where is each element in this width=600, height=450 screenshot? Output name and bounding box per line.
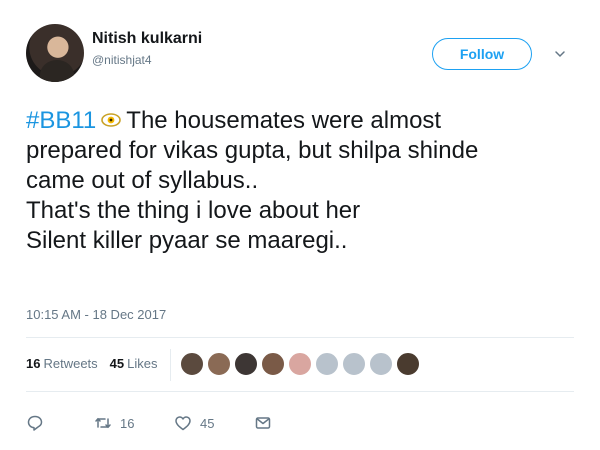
liker-avatar[interactable]	[180, 352, 204, 376]
likers-avatars	[180, 352, 423, 376]
like-icon	[175, 416, 191, 431]
avatar[interactable]	[26, 24, 84, 82]
divider	[170, 349, 171, 381]
tweet-line-5: Silent killer pyaar se maaregi..	[26, 227, 348, 254]
hashtag-link[interactable]: #BB11	[26, 107, 96, 134]
retweet-count: 16	[120, 415, 135, 431]
tweet-line-4: That's the thing i love about her	[26, 197, 361, 224]
chevron-down-icon[interactable]	[554, 48, 566, 60]
liker-avatar[interactable]	[261, 352, 285, 376]
liker-avatar[interactable]	[288, 352, 312, 376]
retweets-stat[interactable]: 16 Retweets	[26, 356, 98, 371]
liker-avatar[interactable]	[207, 352, 231, 376]
liker-avatar[interactable]	[369, 352, 393, 376]
retweet-button[interactable]: 16	[94, 414, 174, 432]
action-bar: 16 45	[26, 414, 272, 432]
tweet-line-1: #BB11 The housemates were almost	[26, 106, 586, 136]
reply-icon	[27, 415, 43, 431]
like-count: 45	[200, 415, 215, 431]
retweets-count: 16	[26, 356, 41, 371]
tweet-line-3: came out of syllabus..	[26, 167, 259, 194]
tweet-card: Nitish kulkarni @nitishjat4 Follow #BB11…	[0, 0, 600, 450]
follow-button[interactable]: Follow	[432, 38, 532, 70]
tweet-text: #BB11 The housemates were almost prepare…	[26, 106, 586, 256]
user-handle[interactable]: @nitishjat4	[92, 53, 152, 67]
eye-emoji-icon	[101, 113, 122, 127]
likes-label: Likes	[127, 356, 158, 371]
divider	[26, 337, 574, 338]
display-name[interactable]: Nitish kulkarni	[92, 30, 202, 48]
message-icon	[255, 417, 271, 429]
tweet-line-1-text: The housemates were almost	[126, 107, 442, 134]
follow-button-label: Follow	[459, 46, 505, 62]
likes-count: 45	[109, 356, 125, 371]
retweet-icon	[95, 417, 111, 429]
liker-avatar[interactable]	[315, 352, 339, 376]
tweet-line-2: prepared for vikas gupta, but shilpa shi…	[26, 137, 479, 164]
tweet-timestamp[interactable]: 10:15 AM - 18 Dec 2017	[26, 307, 166, 322]
liker-avatar[interactable]	[342, 352, 366, 376]
direct-message-button[interactable]	[254, 414, 272, 432]
likes-stat[interactable]: 45 Likes	[110, 356, 158, 371]
retweets-label: Retweets	[43, 356, 98, 371]
divider	[26, 391, 574, 392]
reply-button[interactable]	[26, 414, 94, 432]
like-button[interactable]: 45	[174, 414, 254, 432]
engagement-stats: 16 Retweets 45 Likes	[26, 356, 158, 371]
liker-avatar[interactable]	[396, 352, 420, 376]
liker-avatar[interactable]	[234, 352, 258, 376]
